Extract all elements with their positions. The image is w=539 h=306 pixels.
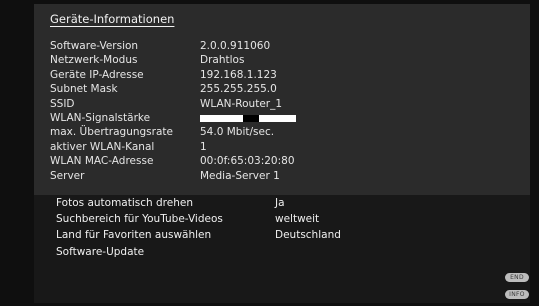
info-label: Geräte IP-Adresse: [50, 68, 144, 81]
info-value: Drahtlos: [200, 54, 245, 67]
setting-value: Ja: [275, 197, 285, 209]
signal-strength-fill: [243, 114, 259, 122]
info-value: 255.255.255.0: [200, 83, 277, 96]
end-button[interactable]: END: [505, 273, 529, 282]
setting-label: Software-Update: [56, 245, 145, 258]
setting-label: Land für Favoriten auswählen: [56, 229, 212, 242]
setting-value: Deutschland: [275, 229, 341, 242]
info-button[interactable]: INFO: [505, 290, 529, 299]
info-label: SSID: [50, 97, 75, 110]
screen: Geräte-Informationen Software-Version 2.…: [0, 0, 539, 306]
info-label: Subnet Mask: [50, 83, 118, 96]
info-value: 2.0.0.911060: [200, 40, 271, 52]
info-label: WLAN-Signalstärke: [50, 111, 151, 124]
info-value: Media-Server 1: [200, 169, 280, 182]
info-label: max. Übertragungsrate: [50, 126, 173, 139]
page-title: Geräte-Informationen: [50, 12, 175, 26]
info-label: Software-Version: [50, 40, 139, 52]
info-value: 00:0f:65:03:20:80: [200, 155, 295, 168]
setting-value: weltweit: [275, 213, 320, 226]
info-value: WLAN-Router_1: [200, 97, 283, 110]
info-label: Netzwerk-Modus: [50, 54, 138, 67]
info-value: 192.168.1.123: [200, 68, 277, 81]
info-label: Server: [50, 169, 85, 182]
info-label: aktiver WLAN-Kanal: [50, 140, 155, 153]
info-value: 1: [200, 140, 207, 153]
signal-strength-bar: [200, 114, 296, 122]
setting-label: Fotos automatisch drehen: [56, 197, 193, 209]
setting-label: Suchbereich für YouTube-Videos: [56, 213, 223, 226]
info-label: WLAN MAC-Adresse: [50, 155, 154, 168]
info-value: 54.0 Mbit/sec.: [200, 126, 275, 139]
